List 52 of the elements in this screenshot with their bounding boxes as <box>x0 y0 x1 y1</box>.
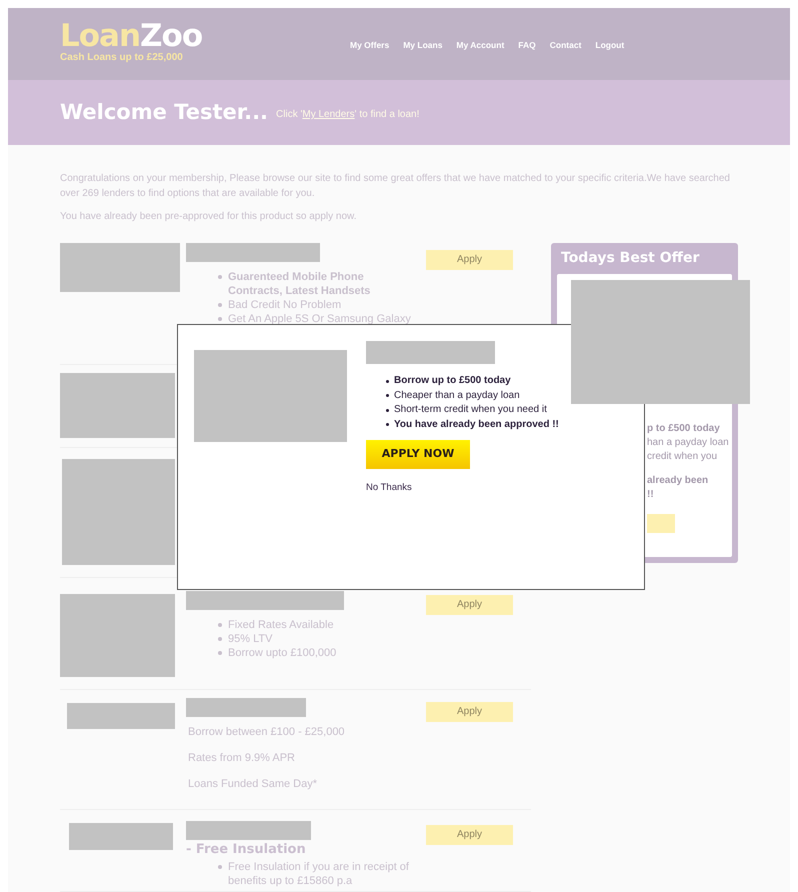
nav-link[interactable]: My Loans <box>403 39 442 52</box>
feature-text: Free Insulation if you are in receipt of benefits up to £15860 p.a <box>228 860 410 888</box>
offer-text: credit when you <box>647 450 718 464</box>
nav-link[interactable]: Logout <box>595 39 624 52</box>
feature-text: 95% LTV <box>228 632 272 646</box>
no-thanks-link[interactable]: No Thanks <box>366 481 412 496</box>
apply-button[interactable] <box>647 514 675 533</box>
bullet-icon <box>218 623 222 627</box>
bullet-icon <box>218 651 222 655</box>
benefit-text: Cheaper than a payday loan <box>394 388 520 402</box>
feature-text: Borrow upto £100,000 <box>228 646 336 660</box>
panel-title: Todays Best Offer <box>560 249 700 268</box>
bullet-icon <box>218 865 222 869</box>
intro-text: Congratulations on your membership, Please browse our site to find some great offers that we have matched to your specific criteria.We have searched over 269 lenders to find options that are available for you. <box>60 172 731 201</box>
bullet-icon <box>386 423 389 426</box>
bullet-icon <box>218 317 222 321</box>
offer-text: p to £500 today <box>647 422 720 436</box>
bullet-icon <box>218 637 222 641</box>
tagline: Cash Loans up to £25,000 <box>60 52 184 64</box>
apply-now-button[interactable]: APPLY NOW <box>366 440 470 469</box>
apply-button[interactable]: Apply <box>426 702 513 722</box>
benefit-text: Borrow up to £500 today <box>394 374 511 388</box>
feature-text: Loans Funded Same Day* <box>188 777 318 791</box>
my-lenders-link[interactable]: My Lenders <box>302 109 355 120</box>
benefit-text: You have already been approved !! <box>394 418 559 432</box>
feature-text: Borrow between £100 - £25,000 <box>188 725 346 739</box>
nav-link[interactable]: My Account <box>456 39 504 52</box>
logo[interactable]: LoanZoo <box>60 20 350 52</box>
feature-text: Guarenteed Mobile Phone Contracts, Latest Handsets <box>228 270 372 298</box>
bullet-icon <box>386 408 389 412</box>
nav-link[interactable]: My Offers <box>350 39 390 52</box>
apply-button[interactable]: Apply <box>426 824 513 844</box>
benefit-text: Short-term credit when you need it <box>394 403 547 417</box>
offer-title: - Free Insulation <box>186 841 306 859</box>
welcome-title: Welcome Tester... <box>60 98 268 126</box>
welcome-hint: Click 'My Lenders' to find a loan! <box>276 108 420 122</box>
feature-text: Get An Apple 5S Or Samsung Galaxy <box>228 312 411 326</box>
bullet-icon <box>218 275 222 279</box>
bullet-icon <box>218 303 222 307</box>
nav-link[interactable]: Contact <box>550 39 582 52</box>
offer-text: already been <box>647 474 708 488</box>
apply-button[interactable]: Apply <box>426 594 513 614</box>
offer-text: !! <box>647 488 654 502</box>
intro-text: You have already been pre-approved for this product so apply now. <box>60 210 358 224</box>
bullet-icon <box>386 380 389 383</box>
nav-link[interactable]: FAQ <box>518 39 536 52</box>
bullet-icon <box>386 394 389 398</box>
offer-text: han a payday loan <box>647 436 729 450</box>
feature-text: Rates from 9.9% APR <box>188 751 296 765</box>
feature-text: Fixed Rates Available <box>228 618 334 632</box>
apply-button[interactable]: Apply <box>426 250 513 270</box>
feature-text: Bad Credit No Problem <box>228 298 342 312</box>
